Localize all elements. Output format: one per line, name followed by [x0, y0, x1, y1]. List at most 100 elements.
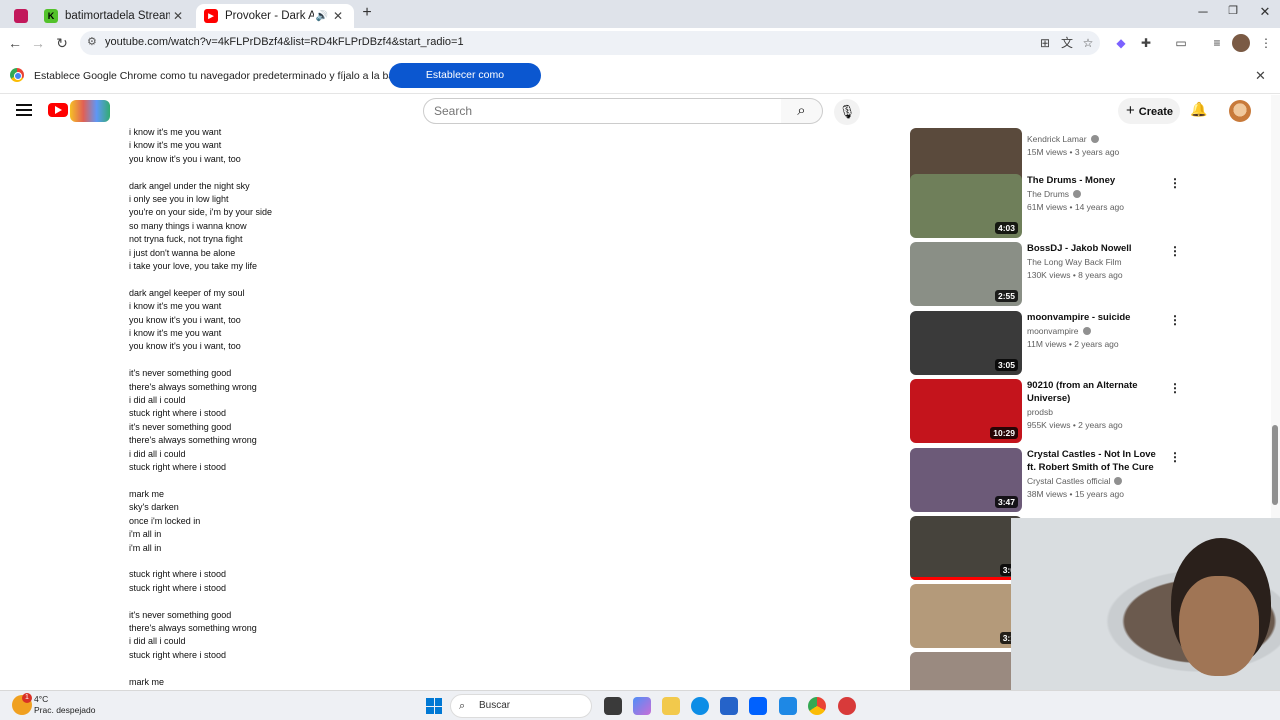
app-lightning-icon[interactable] [779, 697, 797, 715]
weather-badge: 1 [22, 693, 32, 703]
tab-search-icon[interactable]: ▭ [1172, 34, 1190, 52]
windows-start-icon[interactable] [426, 698, 442, 714]
video-thumbnail[interactable]: 10:29 [910, 379, 1022, 443]
video-description-lyrics: i know it's me you want i know it's me yo… [129, 126, 429, 689]
weather-widget[interactable]: 4°C Prac. despejado [34, 694, 95, 716]
task-view-icon[interactable] [604, 697, 622, 715]
reload-icon[interactable]: ↻ [51, 33, 73, 53]
channel-name[interactable]: moonvampire [1027, 326, 1079, 336]
profile-avatar[interactable] [1232, 34, 1250, 52]
create-label: Create [1138, 106, 1174, 118]
copilot-icon[interactable] [633, 697, 651, 715]
youtube-logo-icon[interactable] [48, 103, 68, 117]
video-duration: 4:03 [994, 222, 1018, 234]
lyric-line: dark angel under the night sky [129, 180, 250, 191]
recommended-video[interactable]: 3:47 Crystal Castles - Not In Love ft. Ro… [910, 448, 1190, 512]
video-thumbnail[interactable]: 3:05 [910, 311, 1022, 375]
video-channel[interactable]: Crystal Castles official [1027, 475, 1123, 488]
video-thumbnail[interactable]: 2:55 [910, 242, 1022, 306]
tab-pinned[interactable] [6, 4, 32, 28]
voice-search-button[interactable]: 🎙 [834, 99, 860, 125]
lyric-line: stuck right where i stood [129, 569, 227, 580]
video-title[interactable]: The Drums - Money [1027, 174, 1167, 187]
forward-icon[interactable]: → [27, 33, 49, 53]
scrollbar-thumb[interactable] [1272, 425, 1278, 505]
file-explorer-icon[interactable] [662, 697, 680, 715]
store-icon[interactable] [720, 697, 738, 715]
media-control-icon[interactable]: ≡ [1208, 34, 1226, 52]
recommended-video[interactable]: 4:03 The Drums - Money The Drums 61M views … [910, 174, 1190, 238]
translate-icon[interactable]: 文 [1058, 34, 1076, 52]
youtube-doodle[interactable] [70, 100, 110, 122]
lyric-line: it's never something good [129, 421, 232, 432]
recommended-video[interactable]: 3:05 moonvampire - suicide moonvampire 11M … [910, 311, 1190, 375]
menu-icon[interactable] [16, 104, 32, 116]
chrome-menu-icon[interactable]: ⋮ [1257, 34, 1275, 52]
bookmark-star-icon[interactable]: ☆ [1079, 34, 1097, 52]
edge-icon[interactable] [691, 697, 709, 715]
tab-youtube[interactable]: ▶ Provoker - Dark Angel (Official 🔊 ✕ [196, 4, 354, 28]
taskbar-search[interactable]: ⌕ Buscar [450, 694, 592, 718]
channel-name[interactable]: prodsb [1027, 407, 1053, 417]
channel-name[interactable]: Kendrick Lamar [1027, 134, 1087, 144]
close-tab-icon[interactable]: ✕ [170, 9, 186, 23]
app-taskbar-icon[interactable] [838, 697, 856, 715]
lyric-line: i did all i could [129, 636, 186, 647]
more-actions-icon[interactable]: ⋮ [1169, 313, 1181, 327]
back-icon[interactable]: ← [4, 33, 26, 53]
video-channel[interactable]: The Drums [1027, 188, 1082, 201]
extension-icon[interactable]: ◆ [1112, 34, 1130, 52]
new-tab-icon[interactable]: + [352, 4, 382, 22]
more-actions-icon[interactable]: ⋮ [1169, 381, 1181, 395]
recommended-video[interactable]: 10:29 90210 (from an Alternate Universe) p… [910, 379, 1190, 443]
recommended-video[interactable]: 2:55 BossDJ - Jakob Nowell The Long Way Ba… [910, 242, 1190, 306]
lyric-line: i know it's me you want [129, 140, 222, 151]
channel-name[interactable]: Crystal Castles official [1027, 476, 1110, 486]
close-window-icon[interactable]: ✕ [1250, 4, 1280, 20]
video-thumbnail[interactable]: 3:0 [910, 516, 1022, 580]
video-thumbnail[interactable]: 4:03 [910, 174, 1022, 238]
tab-stream[interactable]: K batimortadela Stream - Watch Live ✕ [36, 4, 194, 28]
notifications-bell-icon[interactable]: 🔔 [1190, 101, 1207, 118]
more-actions-icon[interactable]: ⋮ [1169, 176, 1181, 190]
chrome-taskbar-icon[interactable] [808, 697, 826, 715]
video-duration: 10:29 [990, 427, 1018, 439]
video-thumbnail[interactable]: 3:1 [910, 584, 1022, 648]
site-info-icon[interactable]: ⚙ [87, 35, 97, 48]
video-thumbnail[interactable]: 3:47 [910, 448, 1022, 512]
extensions-puzzle-icon[interactable]: ✚ [1137, 34, 1155, 52]
lyric-line: i just don't wanna be alone [129, 247, 236, 258]
search-input[interactable] [424, 99, 764, 123]
close-tab-icon[interactable]: ✕ [330, 9, 346, 23]
create-button[interactable]: + Create [1118, 98, 1180, 124]
video-channel[interactable]: The Long Way Back Film [1027, 256, 1122, 269]
weather-icon[interactable]: 1 [12, 693, 32, 715]
video-channel[interactable]: Kendrick Lamar [1027, 133, 1099, 146]
audio-icon[interactable]: 🔊 [314, 11, 330, 22]
more-actions-icon[interactable]: ⋮ [1169, 450, 1181, 464]
channel-name[interactable]: The Long Way Back Film [1027, 257, 1122, 267]
url-text[interactable]: youtube.com/watch?v=4kFLPrDBzf4&list=RD4… [105, 36, 464, 48]
video-channel[interactable]: moonvampire [1027, 325, 1091, 338]
video-title[interactable]: Crystal Castles - Not In Love ft. Robert… [1027, 448, 1167, 474]
video-title[interactable]: moonvampire - suicide [1027, 311, 1167, 324]
channel-name[interactable]: The Drums [1027, 189, 1069, 199]
video-stats: 15M views • 3 years ago [1027, 147, 1120, 157]
install-app-icon[interactable]: ⊞ [1036, 34, 1054, 52]
account-avatar[interactable] [1229, 100, 1251, 122]
video-title[interactable]: 90210 (from an Alternate Universe) [1027, 379, 1167, 405]
set-default-button[interactable]: Establecer como predeterminado [389, 63, 541, 106]
windows-taskbar: 1 4°C Prac. despejado ⌕ Buscar [0, 690, 1280, 720]
dropbox-icon[interactable] [749, 697, 767, 715]
video-duration: 3:05 [994, 359, 1018, 371]
address-bar[interactable]: ⚙ youtube.com/watch?v=4kFLPrDBzf4&list=R… [80, 31, 1100, 55]
restore-icon[interactable]: ❐ [1218, 4, 1248, 17]
more-actions-icon[interactable]: ⋮ [1169, 244, 1181, 258]
minimize-icon[interactable]: ─ [1188, 4, 1218, 19]
video-channel[interactable]: prodsb [1027, 406, 1053, 419]
search-button[interactable]: ⌕ [781, 98, 823, 124]
lyric-line: i only see you in low light [129, 194, 229, 205]
video-title[interactable]: BossDJ - Jakob Nowell [1027, 242, 1167, 255]
lyric-line: there's always something wrong [129, 435, 257, 446]
close-infobar-icon[interactable]: ✕ [1255, 68, 1266, 84]
